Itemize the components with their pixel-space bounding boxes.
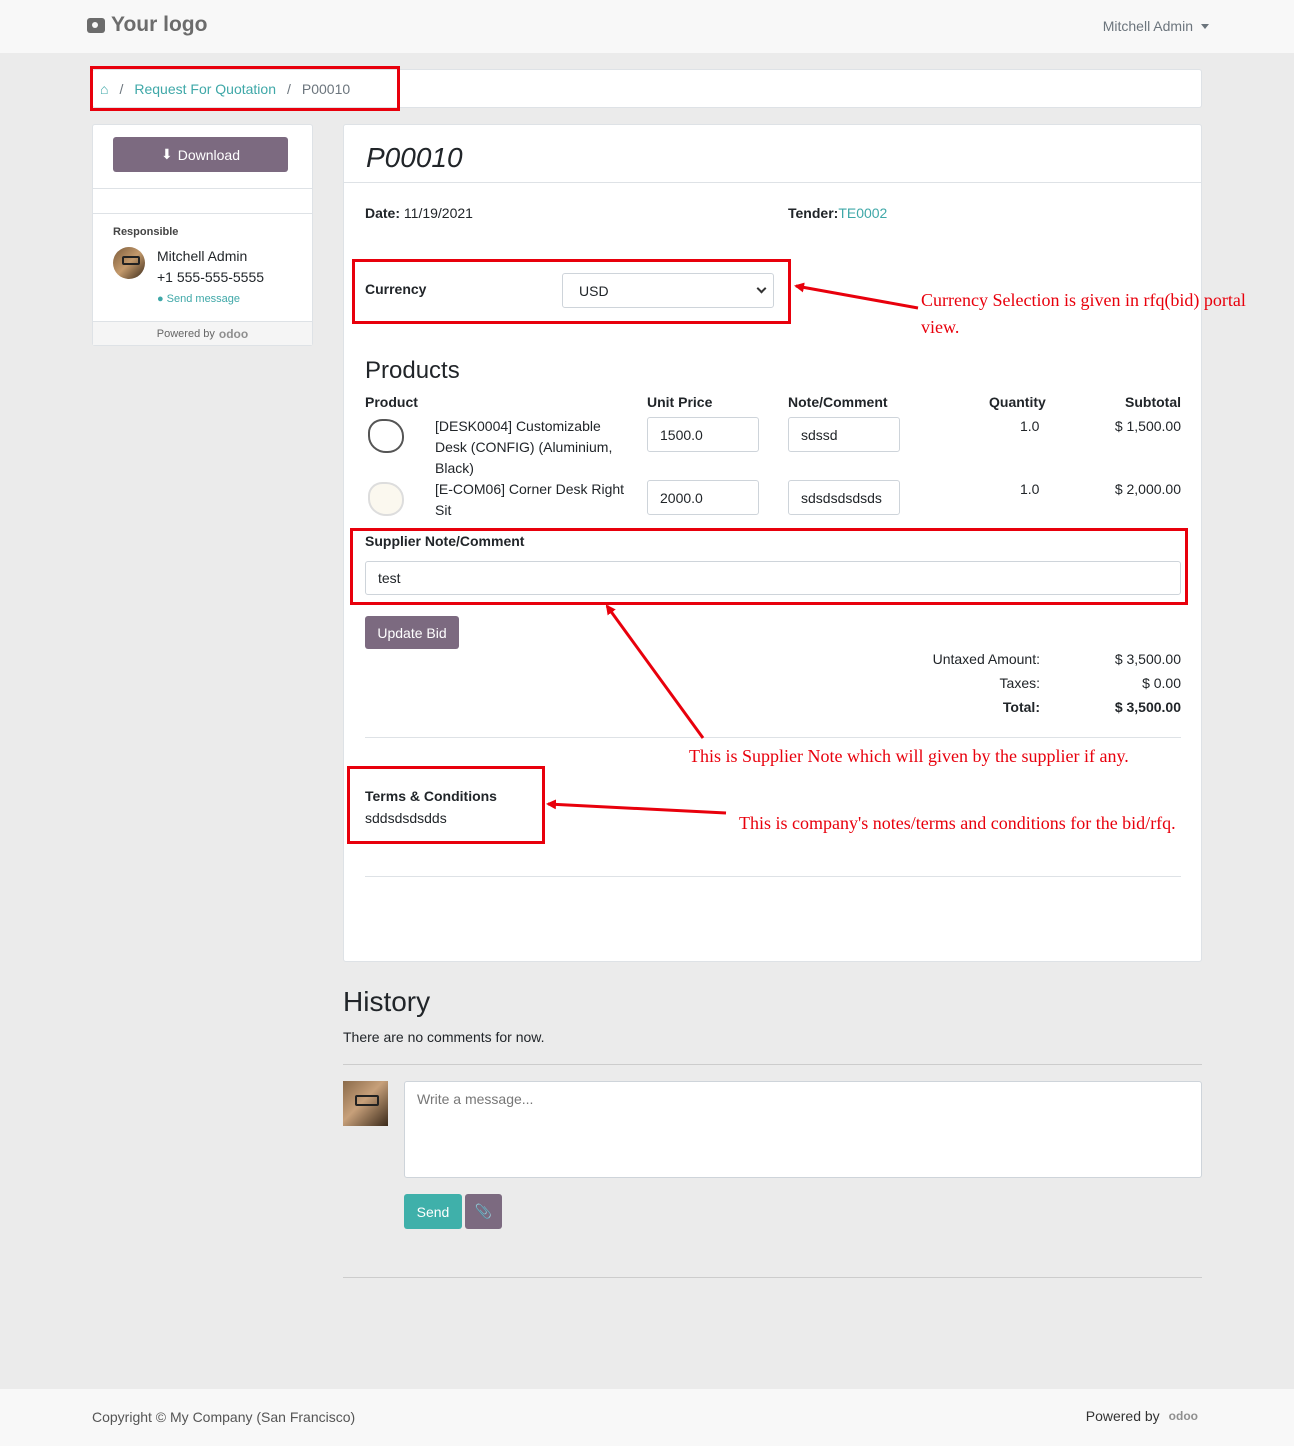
arrow-terms: [546, 799, 727, 815]
annotation-currency: Currency Selection is given in rfq(bid) …: [921, 287, 1246, 341]
annotation-supplier-note: This is Supplier Note which will given b…: [689, 746, 1129, 766]
annotation-currency-line2: view.: [921, 317, 960, 337]
annotation-arrows: [546, 282, 919, 815]
annotation-currency-line1: Currency Selection is given in rfq(bid) …: [921, 290, 1246, 310]
annotation-terms: This is company's notes/terms and condit…: [739, 813, 1176, 833]
arrow-currency: [794, 282, 919, 310]
arrow-supplier-note: [605, 604, 705, 739]
